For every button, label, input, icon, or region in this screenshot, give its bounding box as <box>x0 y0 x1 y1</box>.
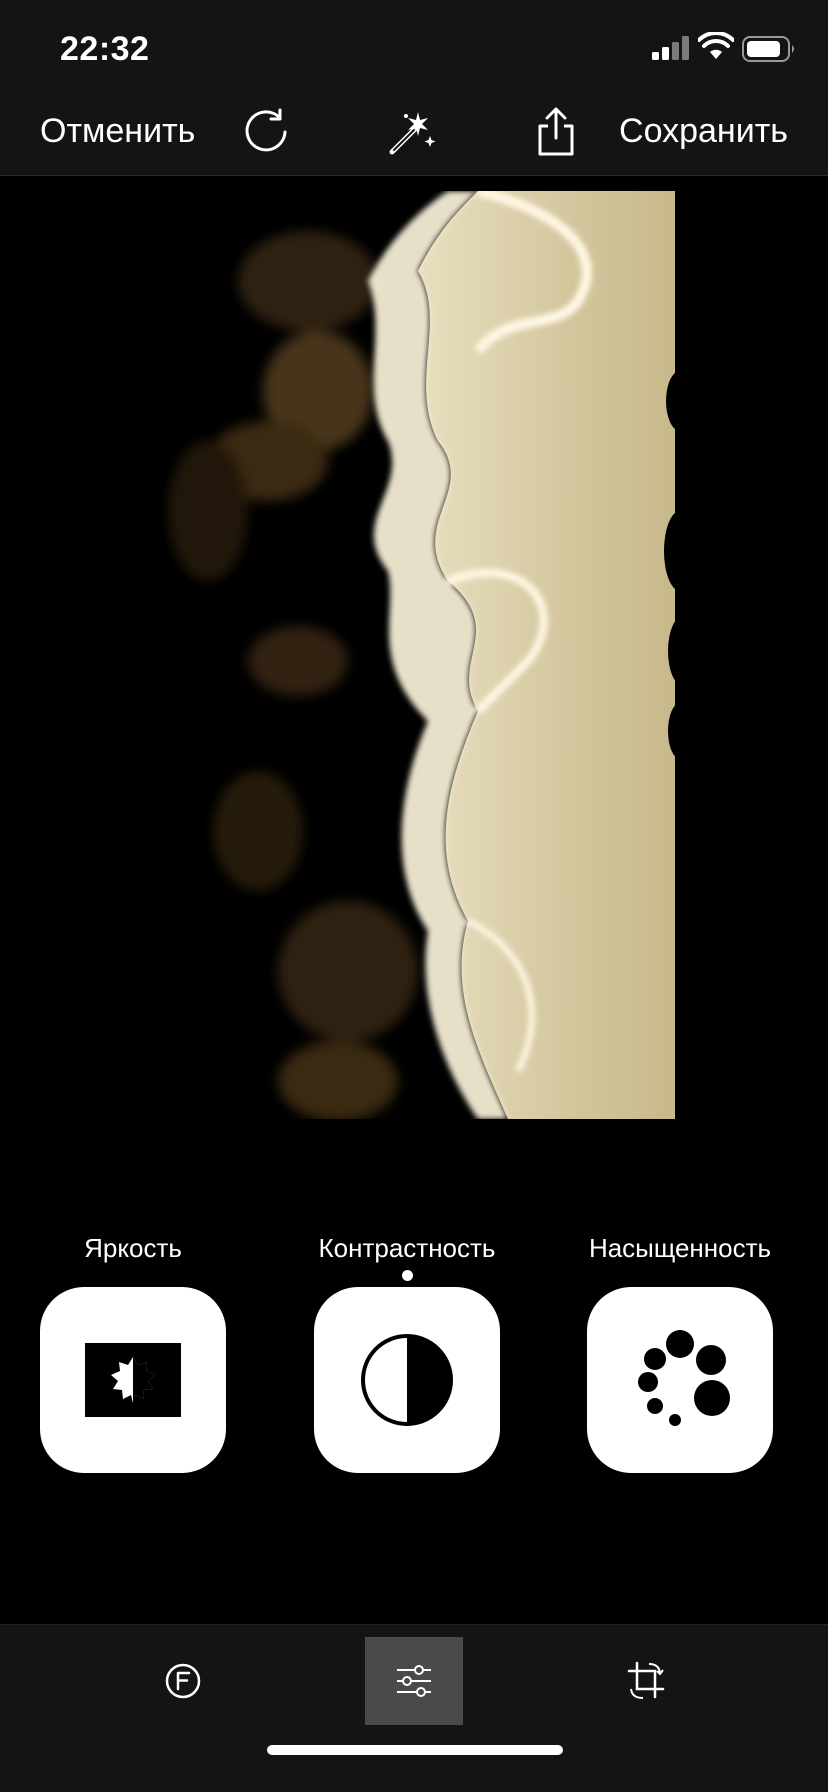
save-button[interactable]: Сохранить <box>619 112 788 151</box>
adjustment-label: Насыщенность <box>588 1233 772 1263</box>
wifi-icon <box>698 32 734 59</box>
edited-photo <box>148 191 675 1119</box>
status-time: 22:32 <box>60 30 150 68</box>
contrast-tile[interactable] <box>314 1287 500 1473</box>
undo-button[interactable]: Отменить <box>40 112 195 151</box>
reset-icon[interactable] <box>240 106 292 158</box>
bottom-tab-bar <box>0 1624 828 1792</box>
adjustment-saturation[interactable]: Насыщенность <box>580 1230 780 1473</box>
filters-icon <box>165 1663 201 1699</box>
tab-filters[interactable] <box>134 1637 232 1725</box>
home-indicator[interactable] <box>267 1745 563 1755</box>
adjustment-label: Яркость <box>84 1233 182 1263</box>
adjustment-brightness[interactable]: Яркость <box>33 1230 233 1473</box>
status-bar: 22:32 <box>0 0 828 92</box>
share-icon[interactable] <box>530 106 582 158</box>
saturation-icon <box>638 1330 730 1426</box>
tab-crop[interactable] <box>597 1637 695 1725</box>
saturation-tile[interactable] <box>587 1287 773 1473</box>
battery-icon <box>742 36 794 62</box>
editor-toolbar: Отменить Сохранить <box>0 92 828 176</box>
crop-rotate-icon <box>627 1661 665 1699</box>
sliders-icon <box>397 1665 431 1697</box>
contrast-icon <box>361 1334 453 1426</box>
brightness-tile[interactable] <box>40 1287 226 1473</box>
tab-adjustments[interactable] <box>365 1637 463 1725</box>
brightness-icon <box>85 1343 181 1417</box>
adjustment-options: Яркость Контрастность Насыщенность <box>0 1230 828 1480</box>
photo-canvas[interactable] <box>0 177 828 1187</box>
adjustment-label: Контрастность <box>318 1233 496 1263</box>
adjustment-contrast[interactable]: Контрастность <box>307 1230 507 1473</box>
magic-wand-icon[interactable] <box>386 106 438 158</box>
selected-indicator <box>401 1270 413 1281</box>
signal-icon <box>652 36 689 60</box>
